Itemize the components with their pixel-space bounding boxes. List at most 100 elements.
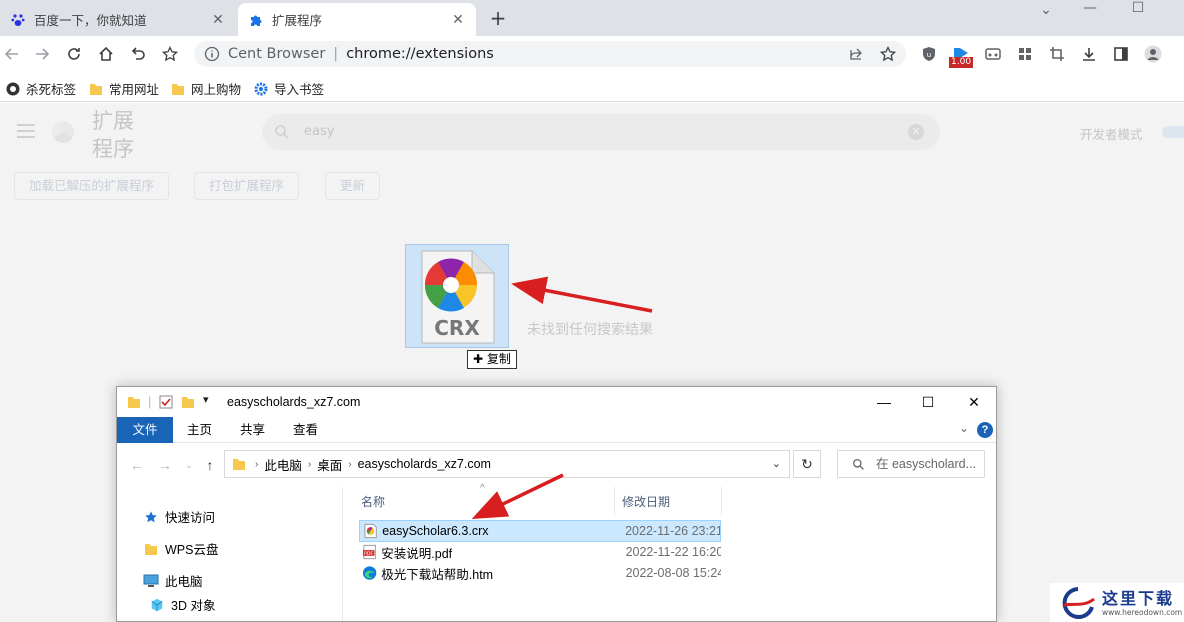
search-icon	[275, 125, 289, 139]
kill-tabs-icon	[6, 82, 20, 95]
extensions-search[interactable]: easy ✕	[262, 114, 940, 150]
share-icon[interactable]	[848, 46, 864, 62]
nav-label: 3D 对象	[171, 599, 216, 613]
close-button[interactable]: ✕	[959, 392, 989, 412]
file-row[interactable]: 极光下载站帮助.htm 2022-08-08 15:24	[359, 562, 721, 584]
chevron-down-icon[interactable]: ⌄	[1031, 2, 1061, 18]
home-icon	[99, 46, 113, 61]
drag-ghost: CRX	[405, 244, 509, 348]
file-modified: 2022-08-08 15:24	[625, 566, 721, 580]
svg-text:u: u	[927, 51, 931, 59]
file-name: 安装说明.pdf	[381, 546, 453, 561]
search-input[interactable]: easy	[304, 124, 334, 139]
column-header-modified[interactable]: 修改日期	[622, 493, 670, 510]
ribbon-tab-view[interactable]: 查看	[279, 417, 332, 443]
bookmark-import[interactable]: 导入书签	[254, 79, 324, 98]
column-divider[interactable]	[721, 487, 722, 515]
chevron-down-icon[interactable]: ⌄	[959, 421, 969, 435]
developer-mode-toggle[interactable]	[1162, 126, 1184, 138]
crop-icon[interactable]	[1048, 45, 1066, 63]
nav-wps-cloud[interactable]: WPS云盘	[143, 539, 218, 558]
file-modified: 2022-11-26 23:21	[625, 524, 720, 538]
pack-extension-button[interactable]: 打包扩展程序	[194, 172, 300, 200]
bookmark-star-button[interactable]	[160, 44, 180, 64]
home-button[interactable]	[96, 44, 116, 64]
reload-icon	[68, 48, 80, 60]
nav-label: 此电脑	[165, 575, 203, 589]
breadcrumb-folder[interactable]: easyscholards_xz7.com	[358, 457, 491, 471]
breadcrumb-this-pc[interactable]: 此电脑	[264, 455, 302, 474]
tab-baidu[interactable]: 百度一下，你就知道 ✕	[0, 3, 236, 36]
download-icon[interactable]	[1080, 45, 1098, 63]
omnibox-brand: Cent Browser	[228, 46, 326, 62]
omnibox-url: chrome://extensions	[346, 46, 494, 62]
nav-this-pc[interactable]: 此电脑	[143, 571, 203, 590]
ublock-icon[interactable]: u	[920, 45, 938, 63]
load-unpacked-button[interactable]: 加载已解压的扩展程序	[14, 172, 170, 200]
maximize-button[interactable]: ☐	[1123, 0, 1153, 16]
menu-icon[interactable]	[17, 124, 35, 138]
forward-button[interactable]	[32, 44, 52, 64]
extension-badge: 1.00	[949, 57, 974, 68]
bookmark-online-shopping[interactable]: 网上购物	[171, 79, 241, 98]
back-button[interactable]: ←	[127, 457, 147, 473]
recent-locations-icon[interactable]: ⌄	[179, 460, 199, 471]
nav-quick-access[interactable]: 快速访问	[143, 507, 215, 526]
new-tab-button[interactable]: +	[487, 8, 509, 30]
bookmark-label: 网上购物	[191, 82, 242, 97]
explorer-search-input[interactable]: 在 easyscholard...	[837, 450, 985, 478]
cube-icon	[151, 598, 163, 611]
pdf-file-icon: PDF	[362, 544, 376, 560]
tab-extensions[interactable]: 扩展程序 ✕	[238, 3, 476, 36]
nav-label: 快速访问	[165, 511, 216, 525]
side-panel-icon[interactable]	[1112, 45, 1130, 63]
puzzle-icon	[248, 12, 264, 28]
reload-button[interactable]	[64, 44, 84, 64]
undo-close-button[interactable]	[128, 44, 148, 64]
address-row: ← → ⌄ ↑ › 此电脑 › 桌面 › easyscholards_xz7.c…	[117, 443, 996, 487]
star-icon[interactable]	[880, 46, 896, 62]
close-icon[interactable]: ✕	[210, 12, 226, 28]
file-row[interactable]: easyScholar6.3.crx 2022-11-26 23:21	[359, 520, 721, 542]
maximize-button[interactable]: ☐	[913, 392, 943, 412]
minimize-button[interactable]: —	[1075, 0, 1105, 16]
back-button[interactable]	[2, 44, 22, 64]
column-header-name[interactable]: 名称	[361, 493, 385, 510]
folder-icon	[172, 83, 184, 95]
new-folder-icon	[182, 397, 194, 408]
copy-tooltip-label: 复制	[486, 352, 511, 366]
bookmark-common-sites[interactable]: 常用网址	[89, 79, 159, 98]
sort-ascending-icon: ^	[480, 483, 485, 494]
up-button[interactable]: ↑	[200, 457, 220, 473]
chevron-down-icon[interactable]: ⌄	[772, 457, 781, 470]
quick-access-dropdown-icon[interactable]: ▾	[203, 393, 209, 406]
refresh-button[interactable]: ↻	[793, 450, 821, 478]
close-icon[interactable]: ✕	[450, 12, 466, 28]
bookmarks-bar: 杀死标签 常用网址 网上购物 导入书签	[0, 72, 1184, 102]
update-button[interactable]: 更新	[325, 172, 381, 200]
bookmark-label: 常用网址	[109, 82, 160, 97]
file-name: easyScholar6.3.crx	[382, 524, 489, 538]
ribbon-tab-file[interactable]: 文件	[117, 417, 173, 443]
breadcrumb-desktop[interactable]: 桌面	[317, 455, 342, 474]
minimize-button[interactable]: —	[869, 392, 899, 412]
no-results-message: 未找到任何搜索结果	[527, 322, 653, 338]
nav-3d-objects[interactable]: 3D 对象	[149, 595, 215, 614]
address-bar[interactable]: Cent Browser | chrome://extensions	[194, 41, 906, 67]
address-breadcrumb[interactable]: › 此电脑 › 桌面 › easyscholards_xz7.com ⌄	[224, 450, 790, 478]
explorer-window-title: easyscholards_xz7.com	[227, 395, 361, 409]
ribbon-tab-home[interactable]: 主页	[173, 417, 226, 443]
forward-button[interactable]: →	[155, 457, 175, 473]
help-icon[interactable]: ?	[977, 422, 993, 438]
tab-title: 扩展程序	[272, 13, 323, 28]
file-row[interactable]: PDF 安装说明.pdf 2022-11-22 16:20	[359, 541, 721, 563]
avatar[interactable]	[1144, 45, 1162, 63]
reader-extension-icon[interactable]	[984, 45, 1002, 63]
column-divider[interactable]	[614, 487, 615, 515]
clear-search-icon[interactable]: ✕	[908, 124, 924, 140]
ribbon-tab-share[interactable]: 共享	[226, 417, 279, 443]
page-title: 扩展程序	[92, 109, 134, 161]
bookmark-kill-tabs[interactable]: 杀死标签	[6, 79, 76, 98]
extensions-grid-icon[interactable]	[1016, 45, 1034, 63]
omnibox-separator: |	[333, 46, 339, 62]
